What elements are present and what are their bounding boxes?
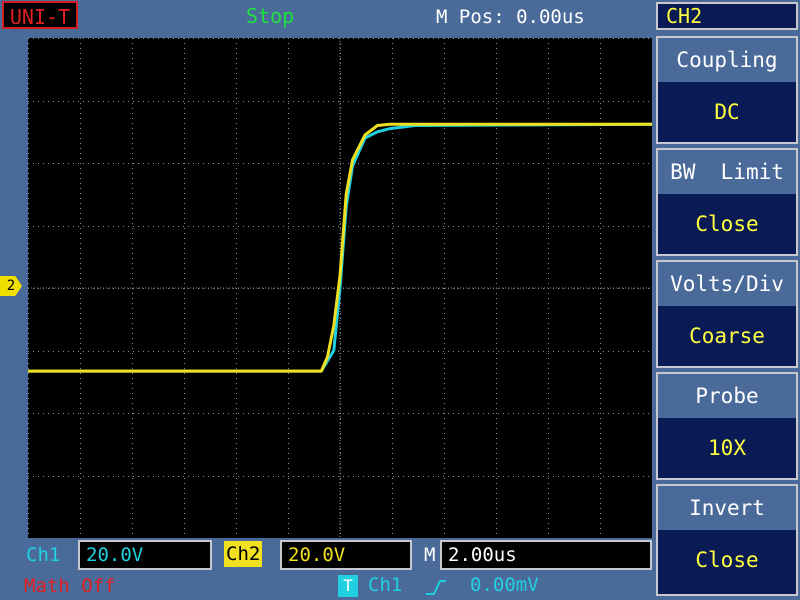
menu-probe-value: 10X bbox=[708, 436, 746, 460]
math-status: Math Off bbox=[24, 575, 116, 597]
menu-coupling-value: DC bbox=[714, 100, 740, 124]
ch1-label: Ch1 bbox=[26, 544, 61, 566]
menu-volts-div-label: Volts/Div bbox=[658, 262, 796, 306]
menu-probe-label: Probe bbox=[658, 374, 796, 418]
main-position-readout: M Pos: 0.00us bbox=[436, 6, 585, 28]
ch2-ground-marker[interactable]: 2 bbox=[0, 276, 22, 296]
menu-probe[interactable]: Probe 10X bbox=[656, 372, 798, 480]
menu-bw-limit-value: Close bbox=[695, 212, 759, 236]
waveform-display bbox=[28, 38, 653, 539]
trigger-source: Ch1 bbox=[368, 574, 403, 596]
ch2-scale: 20.0V bbox=[280, 540, 412, 570]
ch2-label: Ch2 bbox=[224, 541, 263, 567]
timebase-label: M bbox=[424, 544, 436, 566]
run-state-indicator: Stop bbox=[246, 4, 295, 28]
menu-coupling[interactable]: Coupling DC bbox=[656, 36, 798, 144]
rising-edge-icon bbox=[426, 580, 446, 595]
menu-channel-header: CH2 bbox=[656, 2, 798, 30]
waveform-plot bbox=[28, 38, 653, 539]
trigger-icon: T bbox=[338, 575, 358, 597]
brand-logo: UNI-T bbox=[2, 1, 78, 29]
menu-invert-label: Invert bbox=[658, 486, 796, 530]
menu-invert[interactable]: Invert Close bbox=[656, 484, 798, 596]
trigger-level: 0.00mV bbox=[470, 574, 539, 596]
menu-bw-limit[interactable]: BW Limit Close bbox=[656, 148, 798, 256]
timebase-scale: 2.00us bbox=[440, 540, 652, 570]
menu-volts-div-value: Coarse bbox=[689, 324, 765, 348]
menu-volts-div[interactable]: Volts/Div Coarse bbox=[656, 260, 798, 368]
menu-invert-value: Close bbox=[695, 548, 759, 572]
menu-coupling-label: Coupling bbox=[658, 38, 796, 82]
menu-bw-limit-label: BW Limit bbox=[658, 150, 796, 194]
ch1-scale: 20.0V bbox=[78, 540, 212, 570]
